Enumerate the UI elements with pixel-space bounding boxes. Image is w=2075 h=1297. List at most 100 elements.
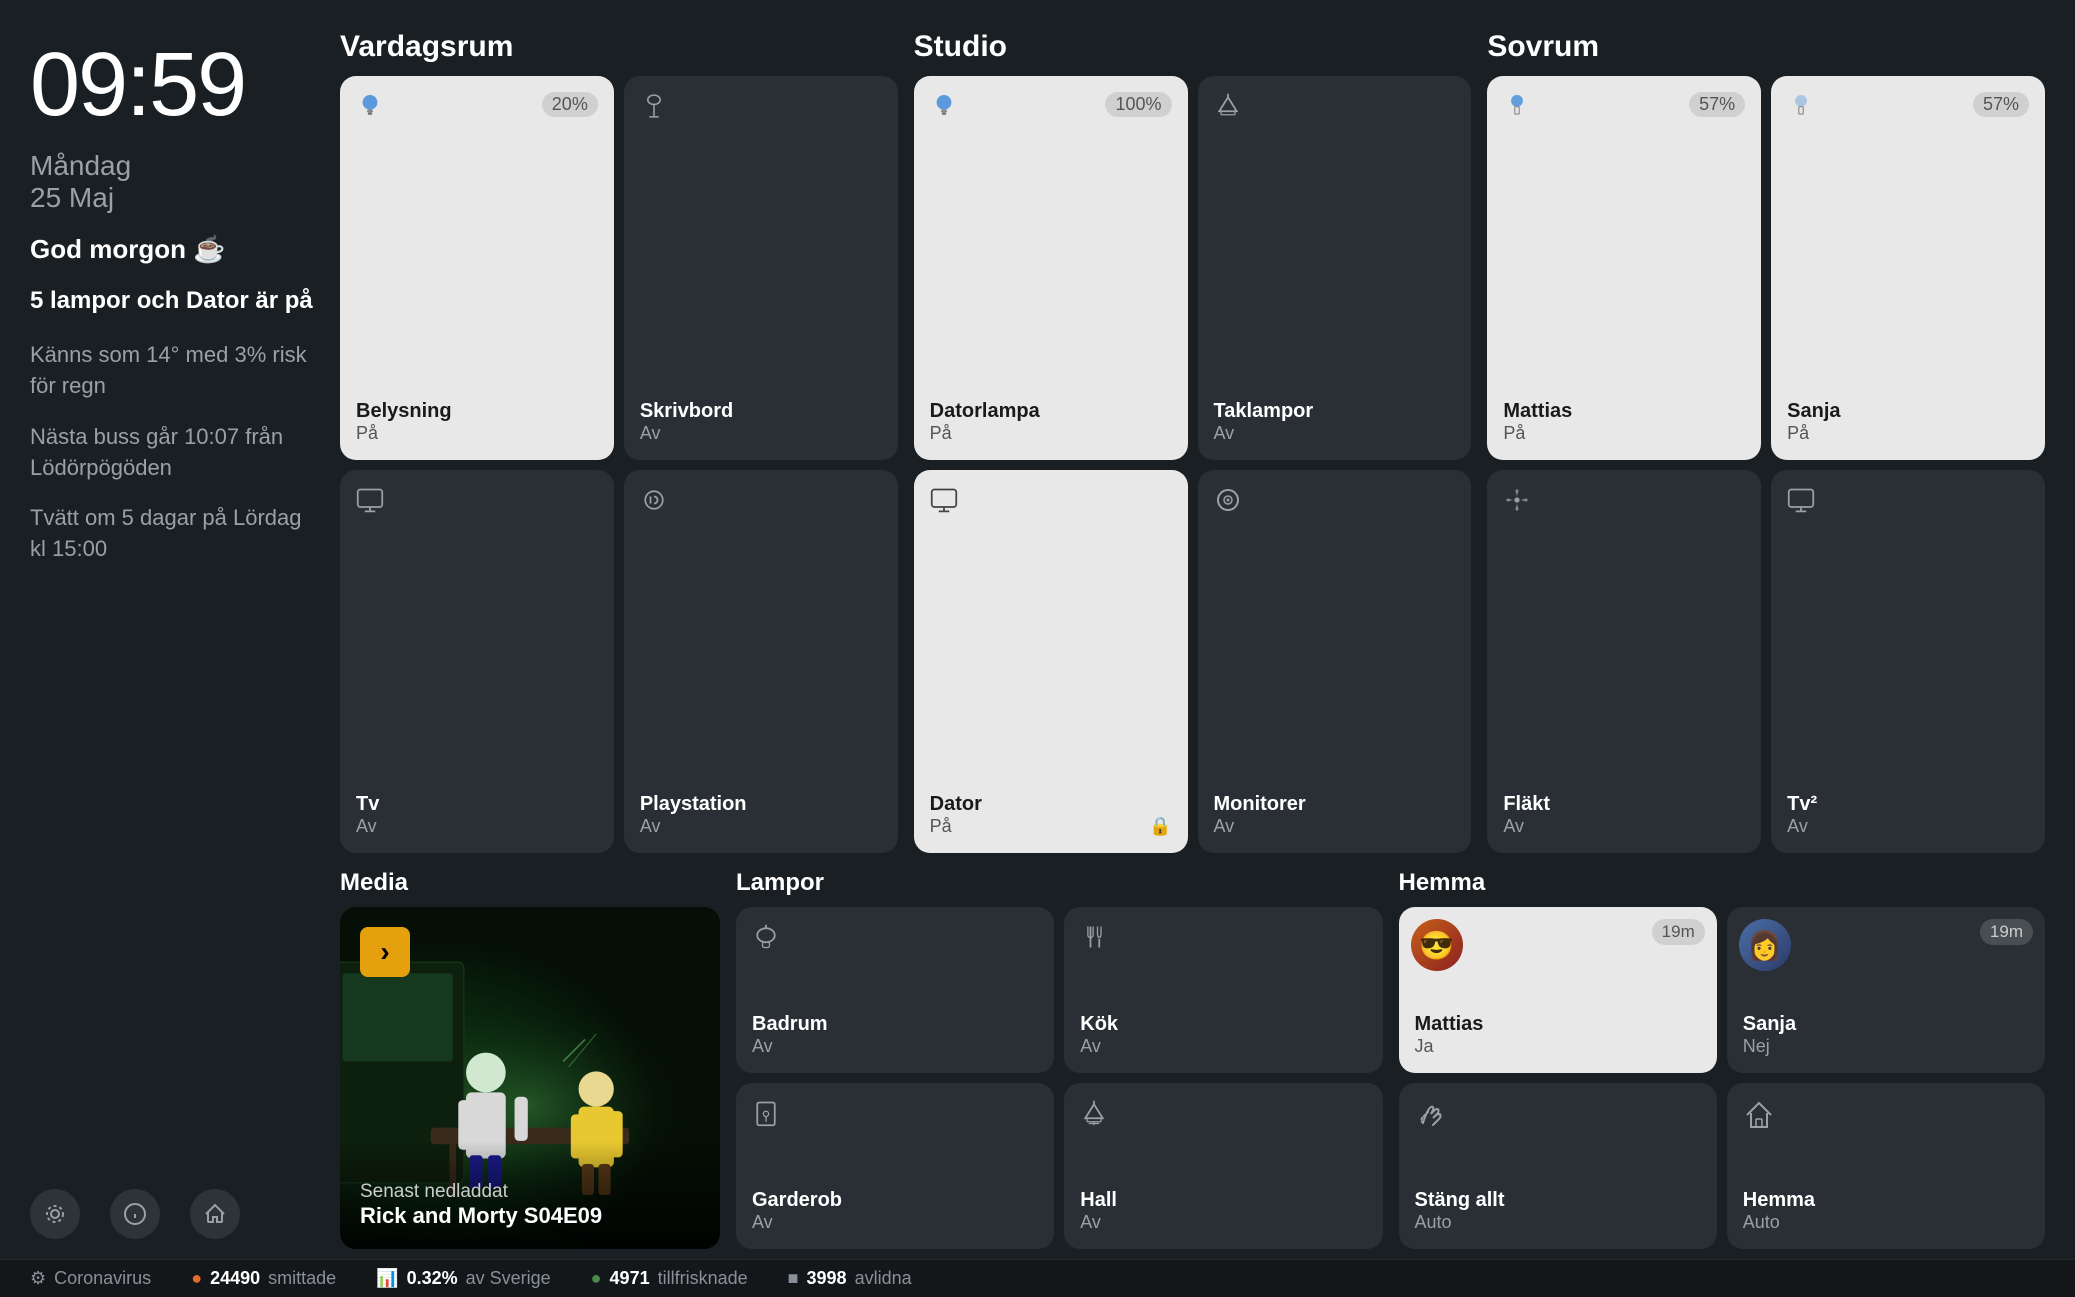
lampor-title: Lampor [736,869,1383,897]
sanja-time: 19m [1980,919,2033,945]
tv-icon [356,486,384,521]
tv2-status: Av [1787,816,2029,837]
procent-label: av Sverige [466,1268,551,1289]
garderob-status: Av [752,1212,1038,1233]
room-sovrum: Sovrum 57% Mattias På [1487,30,2045,853]
monitor-icon [930,486,958,521]
lamp-icon [640,92,668,127]
ceiling-icon [1214,92,1242,127]
playstation-icon [640,486,668,521]
tile-monitorer[interactable]: Monitorer Av [1198,470,1472,854]
speaker-icon [1214,486,1242,521]
dator-label: Dator [930,792,1172,816]
person-tile-mattias[interactable]: 😎 19m Mattias Ja [1399,907,1717,1073]
cutlery-icon [1080,923,1108,958]
smittade-value: 24490 [210,1268,260,1289]
tile-datorlampa[interactable]: 100% Datorlampa På [914,76,1188,460]
taklampor-label: Taklampor [1214,399,1456,423]
tile-playstation[interactable]: Playstation Av [624,470,898,854]
tile-tv2[interactable]: Tv² Av [1771,470,2045,854]
avlidna-value: 3998 [807,1268,847,1289]
wave-icon [1415,1099,1447,1139]
tile-taklampor[interactable]: Taklampor Av [1198,76,1472,460]
tile-belysning[interactable]: 20% Belysning På [340,76,614,460]
action-hemma[interactable]: Hemma Auto [1727,1083,2045,1249]
mattias-time: 19m [1652,919,1705,945]
datorlampa-icon [930,92,958,127]
skrivbord-label: Skrivbord [640,399,882,423]
room-title-sovrum: Sovrum [1487,30,2045,64]
tv-status: Av [356,816,598,837]
dator-status: På [930,816,1172,837]
media-section: Media [340,869,720,1249]
badrum-label: Badrum [752,1012,1038,1036]
action-stang-allt[interactable]: Stäng allt Auto [1399,1083,1717,1249]
tv2-icon [1787,486,1815,521]
tile-skrivbord[interactable]: Skrivbord Av [624,76,898,460]
room-studio: Studio 100% Datorlampa På [914,30,1472,853]
status-avlidna: ■ 3998 avlidna [788,1268,912,1289]
tile-mattias-lamp[interactable]: 57% Mattias På [1487,76,1761,460]
studio-tiles: 100% Datorlampa På Taklampor [914,76,1472,853]
tile-kok[interactable]: Kök Av [1064,907,1382,1073]
mattias-lamp-status: På [1503,423,1745,444]
main-content: Vardagsrum 20% Belysning På [340,30,2045,1249]
alert-text: 5 lampor och Dator är på [30,285,320,316]
tile-tv-vr[interactable]: Tv Av [340,470,614,854]
procent-value: 0.32% [407,1268,458,1289]
plex-icon: › [360,927,410,977]
tillfrisknade-label: tillfrisknade [658,1268,748,1289]
mattias-lamp-percent: 57% [1689,92,1745,117]
badrum-status: Av [752,1036,1038,1057]
status-bar: ⚙ Coronavirus ● 24490 smittade 📊 0.32% a… [0,1259,2075,1297]
person-tile-sanja[interactable]: 👩 19m Sanja Nej [1727,907,2045,1073]
media-card[interactable]: › Senast nedladdat Rick and Morty S04E09 [340,907,720,1249]
tv-label: Tv [356,792,598,816]
smittade-label: smittade [268,1268,336,1289]
flakt-label: Fläkt [1503,792,1745,816]
laundry-info: Tvätt om 5 dagar på Lördag kl 15:00 [30,503,320,565]
playstation-label: Playstation [640,792,882,816]
coronavirus-icon: ⚙ [30,1268,46,1289]
media-title: Media [340,869,720,897]
clock-day: Måndag [30,150,320,182]
hall-status: Av [1080,1212,1366,1233]
sidebar-icon-home[interactable] [190,1189,240,1239]
kok-label: Kök [1080,1012,1366,1036]
monitorer-label: Monitorer [1214,792,1456,816]
room-title-studio: Studio [914,30,1472,64]
clock-date: 25 Maj [30,182,320,214]
kok-status: Av [1080,1036,1366,1057]
datorlampa-status: På [930,423,1172,444]
mattias-status: Ja [1415,1036,1701,1057]
media-caption: Senast nedladdat Rick and Morty S04E09 [340,1141,720,1249]
tile-badrum[interactable]: Badrum Av [736,907,1054,1073]
stang-allt-status: Auto [1415,1212,1701,1233]
clock-time: 09:59 [30,40,320,130]
playstation-status: Av [640,816,882,837]
tile-dator[interactable]: 🔒 Dator På [914,470,1188,854]
rooms-row: Vardagsrum 20% Belysning På [340,30,2045,853]
bottom-row: Media [340,869,2045,1249]
wardrobe-icon [752,1099,780,1134]
lampor-section: Lampor Badrum Av [736,869,1383,1249]
greeting: God morgon ☕ [30,234,320,265]
sidebar-icon-eye[interactable] [30,1189,80,1239]
avatar-sanja: 👩 [1739,919,1791,971]
datorlampa-label: Datorlampa [930,399,1172,423]
tile-hall[interactable]: Hall Av [1064,1083,1382,1249]
belysning-percent: 20% [542,92,598,117]
flakt-status: Av [1503,816,1745,837]
weather-info: Känns som 14° med 3% risk för regn [30,340,320,402]
status-coronavirus: ⚙ Coronavirus [30,1268,151,1289]
status-procent: 📊 0.32% av Sverige [376,1268,551,1289]
tv2-label: Tv² [1787,792,2029,816]
lamp2-icon [1503,92,1531,127]
tile-flakt[interactable]: Fläkt Av [1487,470,1761,854]
tile-garderob[interactable]: Garderob Av [736,1083,1054,1249]
tile-sanja-lamp[interactable]: 57% Sanja På [1771,76,2045,460]
sidebar-icon-info[interactable] [110,1189,160,1239]
avatar-mattias: 😎 [1411,919,1463,971]
datorlampa-percent: 100% [1105,92,1171,117]
belysning-label: Belysning [356,399,598,423]
